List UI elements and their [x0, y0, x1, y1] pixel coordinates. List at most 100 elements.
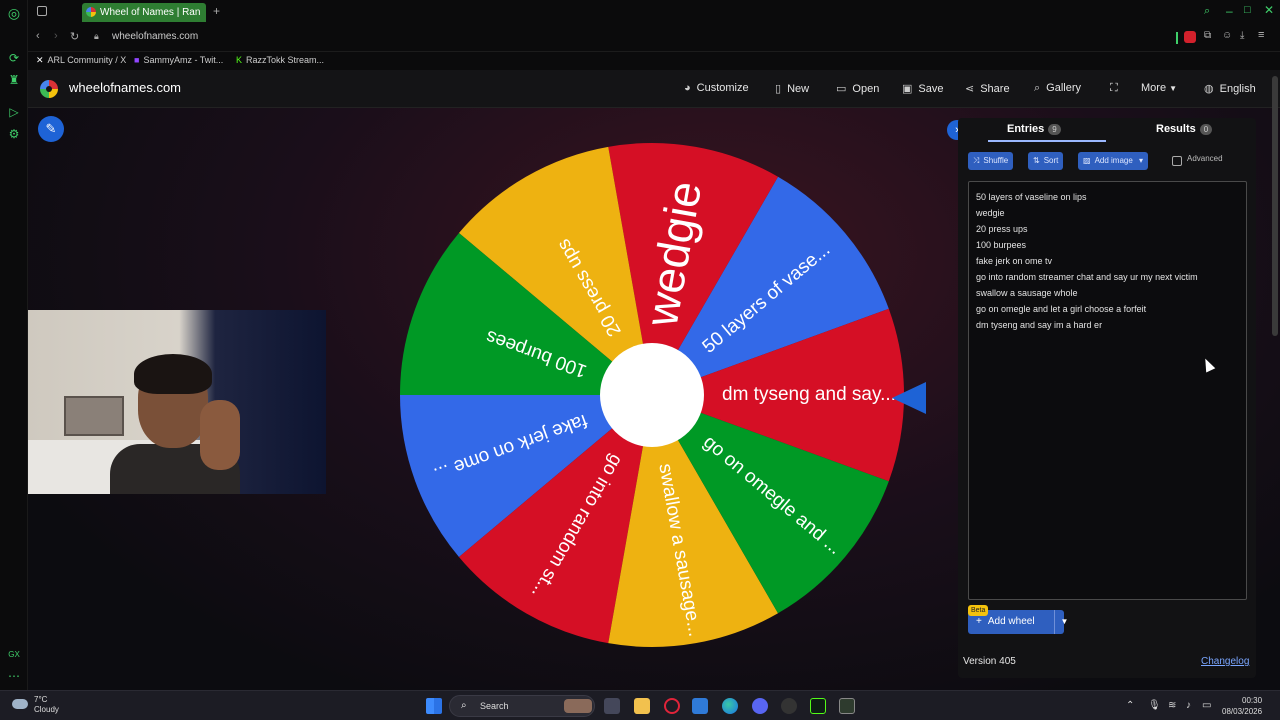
more-button[interactable]: More ▼: [1141, 82, 1177, 94]
store-icon[interactable]: [692, 698, 708, 714]
microphone-icon[interactable]: 🎙︎: [1148, 700, 1161, 711]
pencil-icon[interactable]: ✎: [38, 116, 64, 142]
url-field[interactable]: wheelofnames.com: [112, 31, 198, 42]
list-item: 20 press ups: [976, 224, 1028, 234]
download-icon[interactable]: ⤓: [1240, 30, 1244, 41]
close-window-icon[interactable]: ✕: [1264, 3, 1274, 17]
profile-icon[interactable]: ☺: [1222, 30, 1232, 41]
search-tabs-icon[interactable]: ⌕: [1204, 5, 1210, 18]
beta-badge: Beta: [968, 605, 989, 616]
save-button[interactable]: ▣ Save: [902, 82, 943, 95]
advanced-checkbox[interactable]: [1172, 156, 1182, 166]
tab-results[interactable]: Results 0: [1156, 123, 1213, 135]
entries-panel: Entries 9 Results 0 ⤨ Shuffle ⇅ Sort ▨ Add im…: [958, 118, 1256, 678]
tab-strip: Wheel of Names | Ran + ⌕ – □ ✕: [28, 0, 1280, 24]
active-tab[interactable]: Wheel of Names | Ran: [82, 3, 206, 22]
windows-start-icon[interactable]: [426, 698, 442, 714]
shuffle-button[interactable]: ⤨ Shuffle: [968, 152, 1014, 170]
file-explorer-icon[interactable]: [634, 698, 650, 714]
list-item: go on omegle and let a girl choose a for…: [976, 304, 1147, 314]
wifi-icon[interactable]: ≋: [1168, 700, 1176, 711]
list-item: wedgie: [976, 208, 1005, 218]
extensions-icon[interactable]: ⧉: [1204, 30, 1211, 41]
task-view-icon[interactable]: [604, 698, 620, 714]
results-count-badge: 0: [1199, 123, 1213, 135]
minimize-icon[interactable]: –: [1226, 4, 1233, 18]
bookmark-item[interactable]: K RazzTokk Stream...: [236, 55, 324, 65]
gallery-button[interactable]: ⌕ Gallery: [1034, 82, 1081, 95]
play-icon[interactable]: ▷: [6, 104, 22, 120]
sort-button[interactable]: ⇅ Sort: [1028, 152, 1064, 170]
folder-icon: ▭: [836, 83, 847, 95]
language-button[interactable]: ◍ English: [1204, 82, 1256, 95]
globe-icon: ◍: [1204, 83, 1214, 95]
clock[interactable]: 00:30 08/03/2026: [1222, 695, 1262, 717]
edge-icon[interactable]: [722, 698, 738, 714]
more-icon[interactable]: ⋯: [6, 668, 22, 684]
app-icon[interactable]: [810, 698, 826, 714]
refresh-icon[interactable]: ⟳: [6, 50, 22, 66]
entries-count-badge: 9: [1048, 123, 1061, 135]
version-label: Version 405: [963, 656, 1016, 667]
wheel-segment-label: dm tyseng and say...: [722, 384, 896, 405]
wheel-pointer-icon: [892, 382, 926, 414]
cloud-icon: [12, 699, 28, 709]
twitch-icon: ■: [134, 55, 140, 65]
wheel[interactable]: 50 layers of vase... wedgie 20 press ups 10…: [397, 140, 907, 650]
customize-button[interactable]: ◕ Customize: [684, 82, 749, 94]
fullscreen-icon[interactable]: ⛶: [1110, 82, 1118, 95]
workspaces-icon[interactable]: [37, 6, 47, 16]
list-item: go into random streamer chat and say ur …: [976, 272, 1198, 282]
site-title[interactable]: wheelofnames.com: [69, 80, 181, 95]
site-header: wheelofnames.com ◕ Customize ▯ New ▭ Open ▣…: [28, 70, 1280, 108]
menu-icon[interactable]: ≡: [1258, 29, 1264, 41]
obs-icon[interactable]: [781, 698, 797, 714]
search-icon: ⌕: [1034, 82, 1041, 94]
back-icon[interactable]: ‹: [36, 30, 40, 42]
list-item: swallow a sausage whole: [976, 288, 1078, 298]
divider: [1176, 32, 1178, 44]
game-icon[interactable]: ♜: [6, 72, 22, 88]
chevron-up-icon[interactable]: ⌃: [1126, 700, 1134, 711]
tab-underline: [988, 140, 1106, 142]
discord-icon[interactable]: [752, 698, 768, 714]
new-tab-icon[interactable]: +: [213, 4, 220, 18]
lock-icon: 🔒︎: [94, 31, 99, 41]
weather-widget[interactable]: 7°C Cloudy: [34, 695, 59, 715]
address-bar-row: ‹ › ↻ 🔒︎ wheelofnames.com ⧉ ☺ ⤓ ≡: [28, 24, 1280, 52]
page-scrollbar[interactable]: [1272, 76, 1278, 336]
opera-logo-icon[interactable]: ◎: [6, 5, 22, 21]
taskbar-search[interactable]: ⌕ Search: [449, 695, 595, 717]
adblock-icon[interactable]: [1184, 31, 1196, 43]
add-image-button[interactable]: ▨ Add image ▾: [1078, 152, 1149, 170]
forward-icon[interactable]: ›: [54, 30, 58, 42]
maximize-icon[interactable]: □: [1244, 4, 1251, 16]
share-icon: ⋖: [965, 83, 975, 95]
open-button[interactable]: ▭ Open: [836, 82, 879, 95]
sort-icon: ⇅: [1033, 156, 1040, 165]
tab-entries[interactable]: Entries 9: [1007, 123, 1061, 135]
opera-icon[interactable]: [664, 698, 680, 714]
settings-icon[interactable]: ⚙: [6, 126, 22, 142]
volume-icon[interactable]: ♪: [1186, 700, 1191, 711]
gx-corner-icon[interactable]: GX: [6, 647, 22, 663]
caret-down-icon[interactable]: ▼: [1054, 610, 1074, 634]
site-logo-icon[interactable]: [40, 80, 58, 98]
entries-textarea[interactable]: 50 layers of vaseline on lips wedgie 20 …: [968, 181, 1247, 600]
file-icon: ▯: [775, 83, 782, 95]
bookmark-item[interactable]: ✕ ARL Community / X: [36, 55, 126, 66]
new-button[interactable]: ▯ New: [775, 82, 809, 95]
share-button[interactable]: ⋖ Share: [965, 82, 1010, 95]
bookmark-item[interactable]: ■ SammyAmz - Twit...: [134, 55, 223, 65]
plus-icon: +: [976, 616, 982, 627]
changelog-link[interactable]: Changelog: [1201, 656, 1249, 667]
wheel-favicon-icon: [86, 7, 96, 17]
battery-icon[interactable]: ▭: [1202, 700, 1211, 711]
tab-title: Wheel of Names | Ran: [100, 7, 201, 18]
wheel-svg[interactable]: 50 layers of vase...wedgie20 press ups10…: [397, 140, 907, 650]
reload-icon[interactable]: ↻: [70, 30, 79, 43]
wheel-center-hub[interactable]: [600, 343, 704, 447]
calculator-icon[interactable]: [839, 698, 855, 714]
caret-down-icon: ▾: [1139, 156, 1144, 165]
caret-down-icon: ▼: [1169, 84, 1178, 93]
